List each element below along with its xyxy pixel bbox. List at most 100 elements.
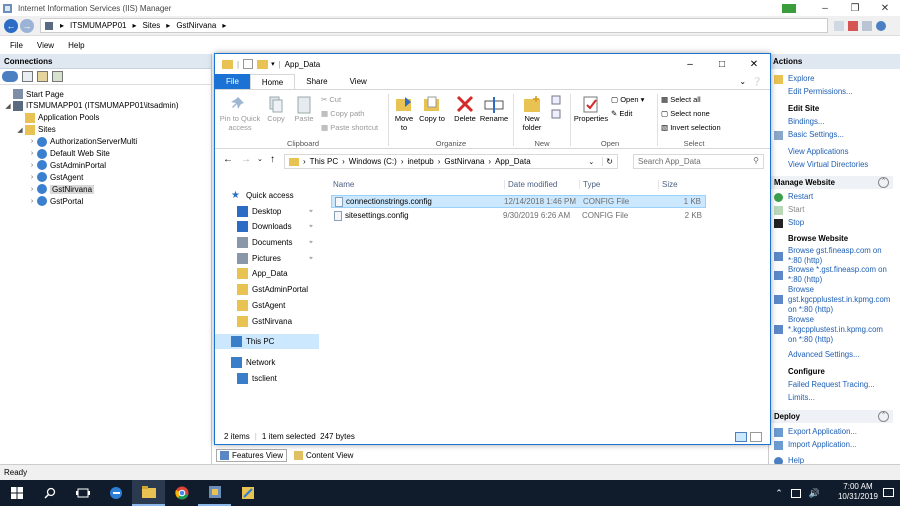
import-application-link[interactable]: Import Application... (769, 440, 893, 450)
forward-icon[interactable]: → (241, 154, 251, 165)
clock[interactable]: 7:00 AM 10/31/2019 (838, 482, 878, 502)
nav-item[interactable]: Pictures ⌖ (215, 251, 319, 266)
expand-toggle-icon[interactable]: ◢ (4, 102, 12, 110)
explore-link[interactable]: Explore (769, 74, 893, 84)
recent-dropdown-icon[interactable]: ⌄ (257, 155, 263, 163)
path-segment[interactable]: This PC (310, 157, 338, 166)
tab-view[interactable]: View (339, 74, 378, 89)
tree-node[interactable]: Start Page (4, 88, 64, 100)
close-button[interactable]: ✕ (738, 59, 770, 70)
path-segment[interactable]: inetpub (407, 157, 433, 166)
volume-icon[interactable]: 🔊 (809, 488, 820, 499)
nav-item[interactable]: ★ Quick access (215, 188, 319, 203)
disconnect-icon[interactable] (52, 71, 63, 82)
show-hidden-icons[interactable]: ⌃ (775, 488, 783, 499)
column-size[interactable]: Size (658, 180, 678, 189)
file-row[interactable]: connectionstrings.config 12/14/2018 1:46 … (331, 195, 706, 208)
cut-button[interactable]: ✂ Cut (321, 95, 341, 104)
column-date-modified[interactable]: Date modified (504, 180, 557, 189)
expand-toggle-icon[interactable]: › (28, 186, 36, 193)
nav-item[interactable]: Network (215, 355, 319, 370)
content-view-tab[interactable]: Content View (291, 449, 357, 461)
open-button[interactable]: ▢ Open ▾ (611, 95, 644, 104)
breadcrumb-item[interactable]: Sites (143, 21, 161, 30)
tab-home[interactable]: Home (249, 74, 296, 89)
deploy-heading[interactable]: Deploy (769, 410, 893, 423)
pin-icon[interactable]: ⌖ (309, 223, 313, 231)
nav-item[interactable]: GstNirvana (215, 314, 319, 329)
view-virtual-directories-link[interactable]: View Virtual Directories (769, 160, 893, 170)
tree-node[interactable]: › GstPortal (28, 195, 83, 207)
edit-button[interactable]: ✎ Edit (611, 109, 632, 118)
help-icon[interactable] (876, 20, 886, 31)
path-segment[interactable]: Windows (C:) (349, 157, 397, 166)
refresh-icon[interactable] (834, 20, 844, 31)
paste-shortcut-button[interactable]: ▦ Paste shortcut (321, 123, 378, 132)
qat-dropdown-icon[interactable]: ▾ (271, 60, 275, 68)
path-segment[interactable]: App_Data (495, 157, 531, 166)
advanced-settings-link[interactable]: Advanced Settings... (769, 350, 893, 360)
details-view-icon[interactable] (735, 431, 747, 442)
properties-button[interactable]: Properties (573, 94, 609, 123)
nav-item[interactable]: Desktop ⌖ (215, 204, 319, 219)
file-explorer-taskbar-button[interactable] (132, 480, 165, 506)
pin-icon[interactable]: ⌖ (309, 255, 313, 263)
features-view-tab[interactable]: Features View (216, 448, 287, 462)
up-icon[interactable] (37, 71, 48, 82)
tree-node[interactable]: › GstAdminPortal (28, 159, 106, 171)
new-item-button[interactable] (549, 94, 565, 122)
select-all-button[interactable]: ▦ Select all (661, 95, 701, 104)
basic-settings-link[interactable]: Basic Settings... (769, 130, 893, 140)
rename-button[interactable]: Rename (479, 94, 509, 123)
expand-toggle-icon[interactable]: ◢ (16, 126, 24, 134)
tree-node[interactable]: Application Pools (16, 112, 99, 124)
move-to-button[interactable]: Move to (391, 94, 417, 132)
tab-file[interactable]: File (215, 74, 250, 89)
select-none-button[interactable]: ▢ Select none (661, 109, 710, 118)
expand-toggle-icon[interactable]: › (28, 198, 36, 205)
import-application-action[interactable]: Import Application... (769, 440, 893, 450)
edit-permissions-link[interactable]: Edit Permissions... (769, 87, 893, 97)
collapse-icon[interactable]: ˆ (878, 177, 889, 188)
browse-action[interactable]: Browse *.gst.fineasp.com on *:80 (http) (769, 265, 893, 285)
breadcrumb-item[interactable]: GstNirvana (176, 21, 216, 30)
maximize-button[interactable]: □ (706, 59, 738, 70)
tab-share[interactable]: Share (295, 74, 338, 89)
copy-path-button[interactable]: ▦ Copy path (321, 109, 364, 118)
close-button[interactable]: ✕ (870, 3, 900, 14)
tree-node[interactable]: › GstAgent (28, 171, 83, 183)
nav-item[interactable]: This PC (215, 334, 319, 349)
tree-node[interactable]: › Default Web Site (28, 148, 110, 160)
save-icon[interactable] (22, 71, 33, 82)
path-segment[interactable]: GstNirvana (444, 157, 484, 166)
column-name[interactable]: Name (333, 180, 354, 189)
nav-item[interactable]: tsclient (215, 371, 319, 386)
nav-item[interactable]: Downloads ⌖ (215, 219, 319, 234)
connect-icon[interactable] (2, 71, 18, 82)
new-folder-button[interactable]: New folder (517, 94, 547, 132)
restore-button[interactable]: ❐ (840, 3, 870, 14)
nav-item[interactable]: App_Data (215, 266, 319, 281)
copy-button[interactable]: Copy (263, 94, 289, 123)
manage-website-heading[interactable]: Manage Website (769, 176, 893, 189)
app-taskbar-button[interactable] (231, 480, 264, 506)
export-application-action[interactable]: Export Application... (769, 427, 893, 437)
browse-action[interactable]: Browse gst.kgcpplustest.in.kpmg.com on *… (769, 285, 893, 315)
back-icon[interactable]: ← (223, 154, 233, 165)
search-button[interactable] (33, 480, 66, 506)
stop-action[interactable]: Stop (769, 218, 893, 228)
collapse-icon[interactable]: ˆ (878, 411, 889, 422)
browse-action[interactable]: Browse gst.fineasp.com on *:80 (http) (769, 246, 893, 266)
task-view-button[interactable] (66, 480, 99, 506)
address-bar[interactable]: › This PC › Windows (C:) › inetpub › Gst… (284, 154, 618, 169)
search-input[interactable]: Search App_Data ⚲ (633, 154, 764, 169)
expand-ribbon-icon[interactable]: ⌄ (736, 74, 749, 89)
paste-button[interactable]: Paste (291, 94, 317, 123)
basic-settings-action[interactable]: Basic Settings... (769, 130, 893, 140)
browse-link[interactable]: Browse *.gst.fineasp.com on *:80 (http) (769, 265, 893, 285)
expand-toggle-icon[interactable]: › (28, 174, 36, 181)
browse-link[interactable]: Browse gst.fineasp.com on *:80 (http) (769, 246, 893, 266)
view-applications-link[interactable]: View Applications (769, 147, 893, 157)
tree-node[interactable]: › AuthorizationServerMulti (28, 136, 137, 148)
new-folder-icon[interactable] (257, 59, 269, 69)
